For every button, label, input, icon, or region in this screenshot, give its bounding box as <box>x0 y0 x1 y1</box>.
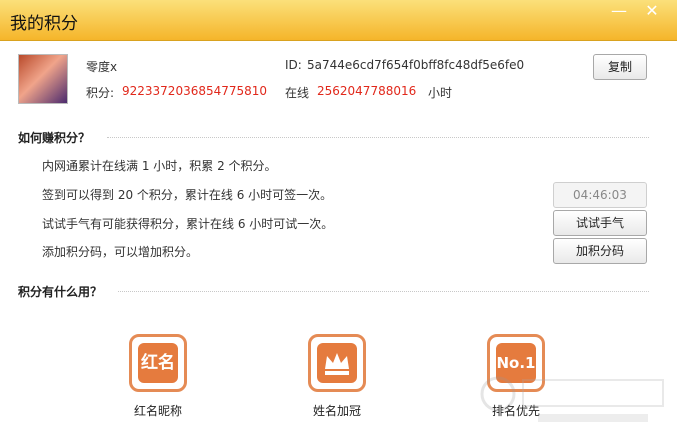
title-bar: 我的积分 — ✕ <box>0 0 677 41</box>
minimize-icon[interactable]: — <box>609 2 629 20</box>
use-section-heading: 积分有什么用？ <box>18 285 103 299</box>
window-title: 我的积分 <box>10 14 78 34</box>
red-name-icon[interactable]: 红名 <box>129 334 187 392</box>
red-name-icon-text: 红名 <box>138 343 178 383</box>
username: 零度x <box>86 60 118 74</box>
online-hours-value: 2562047788016 <box>317 84 417 98</box>
copy-button[interactable]: 复制 <box>593 54 647 80</box>
signin-countdown-button[interactable]: 04:46:03 <box>553 182 647 208</box>
avatar <box>18 54 68 104</box>
crown-icon-graphic <box>317 343 357 383</box>
user-id: 5a744e6cd7f654f0bff8fc48df5e6fe0 <box>307 58 525 72</box>
crown-icon[interactable] <box>308 334 366 392</box>
earn-item-code: 添加积分码，可以增加积分。 <box>42 245 199 259</box>
online-unit: 小时 <box>428 86 453 100</box>
id-label: ID: <box>285 58 302 72</box>
earn-item-online: 内网通累计在线满 1 小时，积累 2 个积分。 <box>42 159 277 173</box>
points-label: 积分: <box>86 86 115 100</box>
close-icon[interactable]: ✕ <box>642 2 662 20</box>
online-label: 在线 <box>285 86 310 100</box>
watermark-logo <box>480 376 664 422</box>
earn-item-signin: 签到可以得到 20 个积分，累计在线 6 小时可签一次。 <box>42 188 333 202</box>
feature-label-crown: 姓名加冠 <box>312 404 361 418</box>
earn-item-luck: 试试手气有可能获得积分，累计在线 6 小时可试一次。 <box>42 217 334 231</box>
add-points-code-button[interactable]: 加积分码 <box>553 238 647 264</box>
try-luck-button[interactable]: 试试手气 <box>553 210 647 236</box>
earn-divider <box>107 137 649 138</box>
feature-label-red-name: 红名昵称 <box>133 404 182 418</box>
earn-section-heading: 如何赚积分？ <box>18 131 91 145</box>
use-divider <box>118 291 649 292</box>
points-value: 9223372036854775810 <box>122 84 268 98</box>
